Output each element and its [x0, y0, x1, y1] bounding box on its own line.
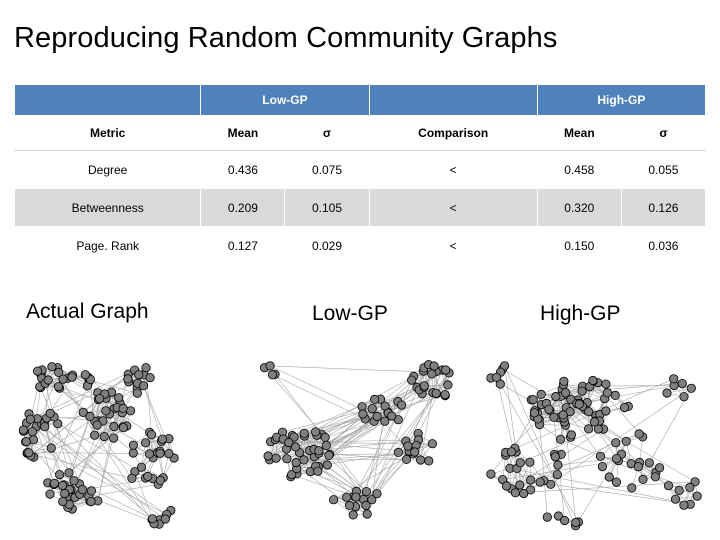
column-header-high-sigma: σ	[620, 115, 707, 151]
graph-figure-high-gp	[470, 340, 714, 536]
page-title: Reproducing Random Community Graphs	[14, 22, 558, 54]
graph-figure-low-gp	[238, 340, 470, 536]
graph-label-actual: Actual Graph	[26, 300, 149, 323]
graph-svg-actual	[18, 362, 179, 529]
cell-low-sigma: 0.105	[284, 188, 370, 227]
table-group-header-row: Low-GP High-GP	[13, 84, 707, 116]
graph-label-low-gp: Low-GP	[312, 302, 388, 325]
cell-high-sigma: 0.126	[620, 188, 707, 227]
cell-high-mean: 0.458	[536, 150, 622, 189]
table-row: Betweenness 0.209 0.105 < 0.320 0.126	[13, 188, 707, 227]
cell-metric: Betweenness	[13, 188, 202, 227]
graph-svg-low-gp	[259, 360, 454, 520]
cell-metric: Degree	[13, 150, 202, 189]
cell-low-mean: 0.436	[200, 150, 286, 189]
group-header-high-gp: High-GP	[536, 84, 707, 116]
graph-figure-actual	[12, 340, 238, 536]
group-header-low-gp: Low-GP	[200, 84, 370, 116]
group-header-blank-left	[13, 84, 202, 116]
cell-high-sigma: 0.055	[620, 150, 707, 189]
cell-high-mean: 0.150	[536, 226, 622, 265]
group-header-blank-mid	[368, 84, 538, 116]
cell-comparison: <	[368, 150, 538, 189]
cell-high-sigma: 0.036	[620, 226, 707, 265]
cell-low-mean: 0.127	[200, 226, 286, 265]
cell-metric: Page. Rank	[13, 226, 202, 265]
cell-comparison: <	[368, 188, 538, 227]
table-row: Degree 0.436 0.075 < 0.458 0.055	[13, 150, 707, 189]
cell-low-sigma: 0.029	[284, 226, 370, 265]
column-header-low-mean: Mean	[200, 115, 286, 151]
cell-low-mean: 0.209	[200, 188, 286, 227]
cell-comparison: <	[368, 226, 538, 265]
metrics-table: Low-GP High-GP Metric Mean σ Comparison …	[13, 84, 707, 265]
column-header-comparison: Comparison	[368, 115, 538, 151]
column-header-low-sigma: σ	[284, 115, 370, 151]
column-header-high-mean: Mean	[536, 115, 622, 151]
cell-high-mean: 0.320	[536, 188, 622, 227]
graph-svg-high-gp	[486, 361, 702, 531]
graph-label-high-gp: High-GP	[540, 302, 621, 325]
column-header-metric: Metric	[13, 115, 202, 151]
table-row: Page. Rank 0.127 0.029 < 0.150 0.036	[13, 226, 707, 265]
cell-low-sigma: 0.075	[284, 150, 370, 189]
table-column-header-row: Metric Mean σ Comparison Mean σ	[13, 115, 707, 151]
